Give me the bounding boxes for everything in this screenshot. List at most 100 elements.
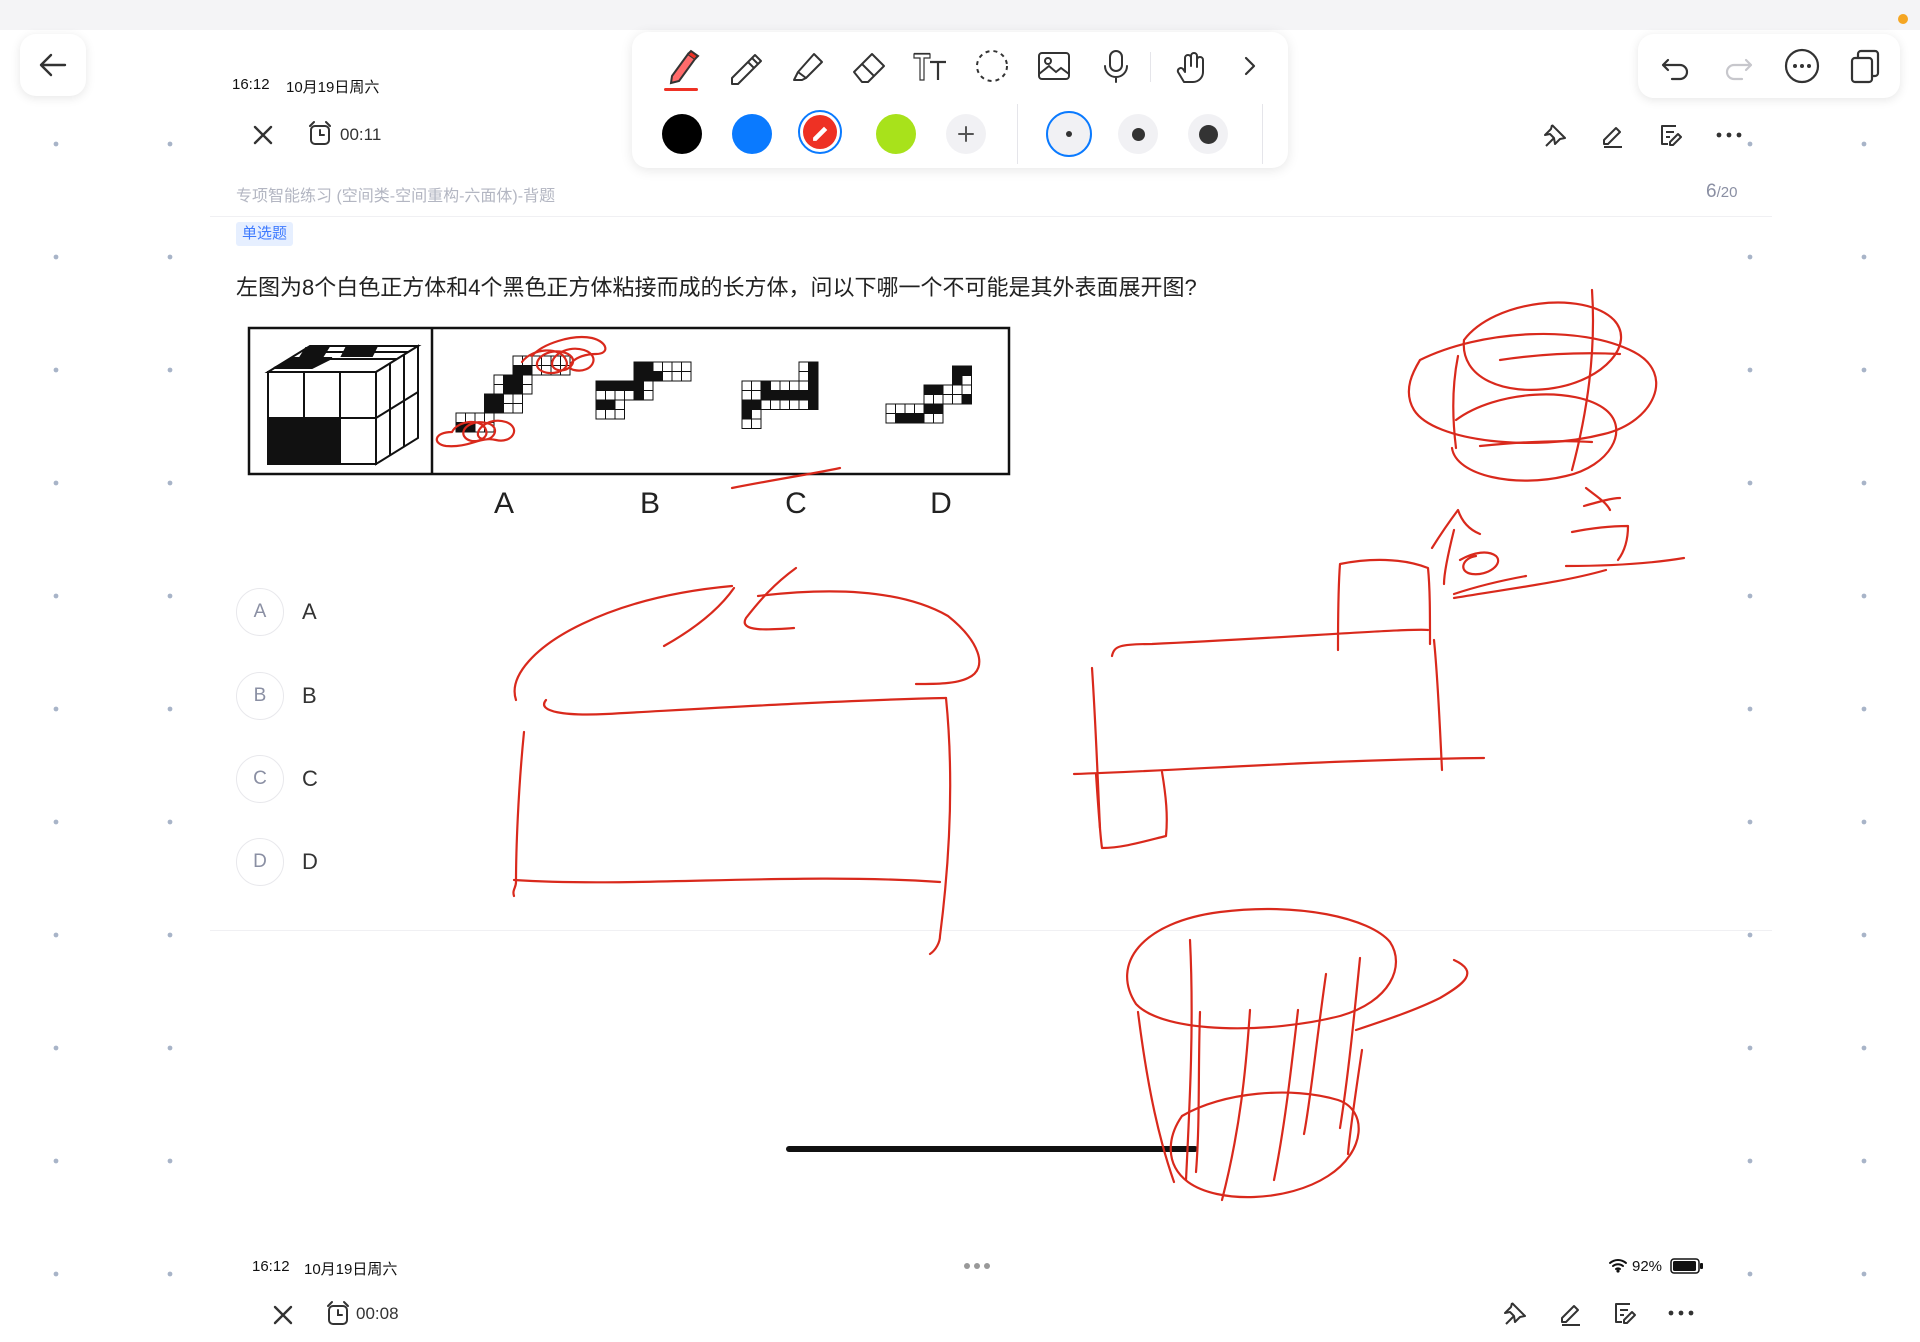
option-d-label[interactable]: D bbox=[302, 849, 318, 875]
net-b-cell bbox=[595, 409, 606, 420]
net-b-cell bbox=[605, 409, 616, 420]
tool-separator bbox=[1150, 52, 1151, 82]
inner-time: 16:12 bbox=[232, 76, 270, 93]
bottom-more-horizontal-icon[interactable] bbox=[1664, 1298, 1698, 1328]
net-c-cell bbox=[770, 390, 781, 401]
net-b-cell bbox=[614, 380, 625, 391]
net-b-cell bbox=[614, 409, 625, 420]
net-d-cell bbox=[904, 403, 915, 414]
bottom-close-icon[interactable] bbox=[268, 1300, 298, 1330]
net-d-cell bbox=[914, 403, 925, 414]
inner-timer: 00:11 bbox=[340, 125, 382, 144]
option-c-circle[interactable]: C bbox=[236, 755, 284, 803]
pen-tool[interactable] bbox=[658, 42, 706, 90]
color-green[interactable] bbox=[876, 114, 916, 154]
color-black[interactable] bbox=[662, 114, 702, 154]
net-c-cell bbox=[751, 390, 762, 401]
more-tools-button[interactable] bbox=[1226, 42, 1274, 90]
net-a-cell bbox=[493, 384, 504, 395]
option-a-label[interactable]: A bbox=[302, 599, 317, 625]
net-d-cell bbox=[952, 375, 963, 386]
net-b-cell bbox=[643, 390, 654, 401]
eraser-tool[interactable] bbox=[844, 42, 892, 90]
size-large[interactable] bbox=[1188, 114, 1228, 154]
close-icon[interactable] bbox=[248, 120, 278, 150]
breadcrumb: 专项智能练习 (空间类-空间重构-六面体)-背题 bbox=[236, 188, 556, 205]
option-c-label[interactable]: C bbox=[302, 766, 318, 792]
net-c-cell bbox=[798, 380, 809, 391]
option-b-label[interactable]: B bbox=[302, 683, 317, 709]
net-a-cell bbox=[560, 355, 571, 366]
text-tool[interactable] bbox=[906, 42, 954, 90]
figure-label-a: A bbox=[494, 487, 514, 520]
progress-indicator: 6/20 bbox=[1706, 181, 1737, 203]
pages-icon[interactable] bbox=[1844, 46, 1884, 86]
bottom-note-edit-icon[interactable] bbox=[1610, 1298, 1640, 1328]
redo-icon[interactable] bbox=[1722, 50, 1756, 82]
progress-current: 6 bbox=[1706, 181, 1717, 202]
bottom-time: 16:12 bbox=[252, 1258, 290, 1275]
more-horizontal-icon[interactable] bbox=[1712, 120, 1746, 150]
lasso-tool[interactable] bbox=[968, 42, 1016, 90]
net-a-cell bbox=[522, 355, 533, 366]
bottom-edit-icon[interactable] bbox=[1556, 1298, 1586, 1328]
net-c-cell bbox=[789, 399, 800, 410]
highlighter-tool[interactable] bbox=[782, 42, 830, 90]
net-d-cell bbox=[942, 394, 953, 405]
image-tool[interactable] bbox=[1030, 42, 1078, 90]
net-b-cell bbox=[652, 371, 663, 382]
net-a-cell bbox=[522, 374, 533, 385]
net-c-cell bbox=[770, 399, 781, 410]
net-c-cell bbox=[808, 361, 819, 372]
net-b-cell bbox=[624, 390, 635, 401]
question-figure: A B C D bbox=[247, 326, 1011, 520]
net-d-cell bbox=[885, 413, 896, 424]
net-b-cell bbox=[595, 390, 606, 401]
bottom-timer: 00:08 bbox=[356, 1304, 399, 1323]
net-d-cell bbox=[933, 384, 944, 395]
net-a-cell bbox=[512, 374, 523, 385]
bottom-pin-icon[interactable] bbox=[1500, 1298, 1530, 1328]
tool-row bbox=[632, 32, 1288, 100]
hand-gesture-icon bbox=[1176, 52, 1204, 83]
size-small-selected[interactable] bbox=[1046, 111, 1092, 157]
size-medium[interactable] bbox=[1118, 114, 1158, 154]
net-a-cell bbox=[512, 403, 523, 414]
net-a-cell bbox=[465, 412, 476, 423]
net-a-cell bbox=[465, 422, 476, 433]
edit-icon[interactable] bbox=[1598, 120, 1628, 150]
hand-gesture-tool[interactable] bbox=[1166, 42, 1214, 90]
net-c-cell bbox=[798, 371, 809, 382]
option-b-circle[interactable]: B bbox=[236, 672, 284, 720]
more-circle-icon[interactable] bbox=[1782, 46, 1822, 86]
undo-icon[interactable] bbox=[1658, 50, 1692, 82]
lasso-icon bbox=[976, 50, 1008, 82]
option-d-circle[interactable]: D bbox=[236, 838, 284, 886]
color-blue[interactable] bbox=[732, 114, 772, 154]
net-c-cell bbox=[760, 380, 771, 391]
net-b-cell bbox=[643, 380, 654, 391]
pen-selected-icon bbox=[813, 126, 828, 141]
net-c-cell bbox=[798, 361, 809, 372]
wifi-icon bbox=[1609, 1259, 1627, 1273]
net-a-cell bbox=[493, 374, 504, 385]
net-d-cell bbox=[952, 394, 963, 405]
note-edit-icon[interactable] bbox=[1656, 120, 1686, 150]
bottom-alarm-clock-icon bbox=[327, 1301, 349, 1325]
color-red-selected[interactable] bbox=[798, 110, 842, 154]
pencil-tool[interactable] bbox=[720, 42, 768, 90]
pin-icon[interactable] bbox=[1540, 120, 1570, 150]
net-d-cell bbox=[961, 394, 972, 405]
option-a-circle[interactable]: A bbox=[236, 588, 284, 636]
back-button[interactable] bbox=[20, 34, 86, 96]
microphone-tool[interactable] bbox=[1092, 42, 1140, 90]
net-c-cell bbox=[741, 390, 752, 401]
net-c-cell bbox=[760, 390, 771, 401]
pen-icon bbox=[669, 49, 700, 85]
net-d-cell bbox=[942, 384, 953, 395]
add-color-button[interactable] bbox=[946, 114, 986, 154]
net-d-cell bbox=[923, 394, 934, 405]
net-b-cell bbox=[662, 361, 673, 372]
question-text: 左图为8个白色正方体和4个黑色正方体粘接而成的长方体，问以下哪一个不可能是其外表… bbox=[236, 275, 1197, 300]
net-d-cell bbox=[923, 413, 934, 424]
